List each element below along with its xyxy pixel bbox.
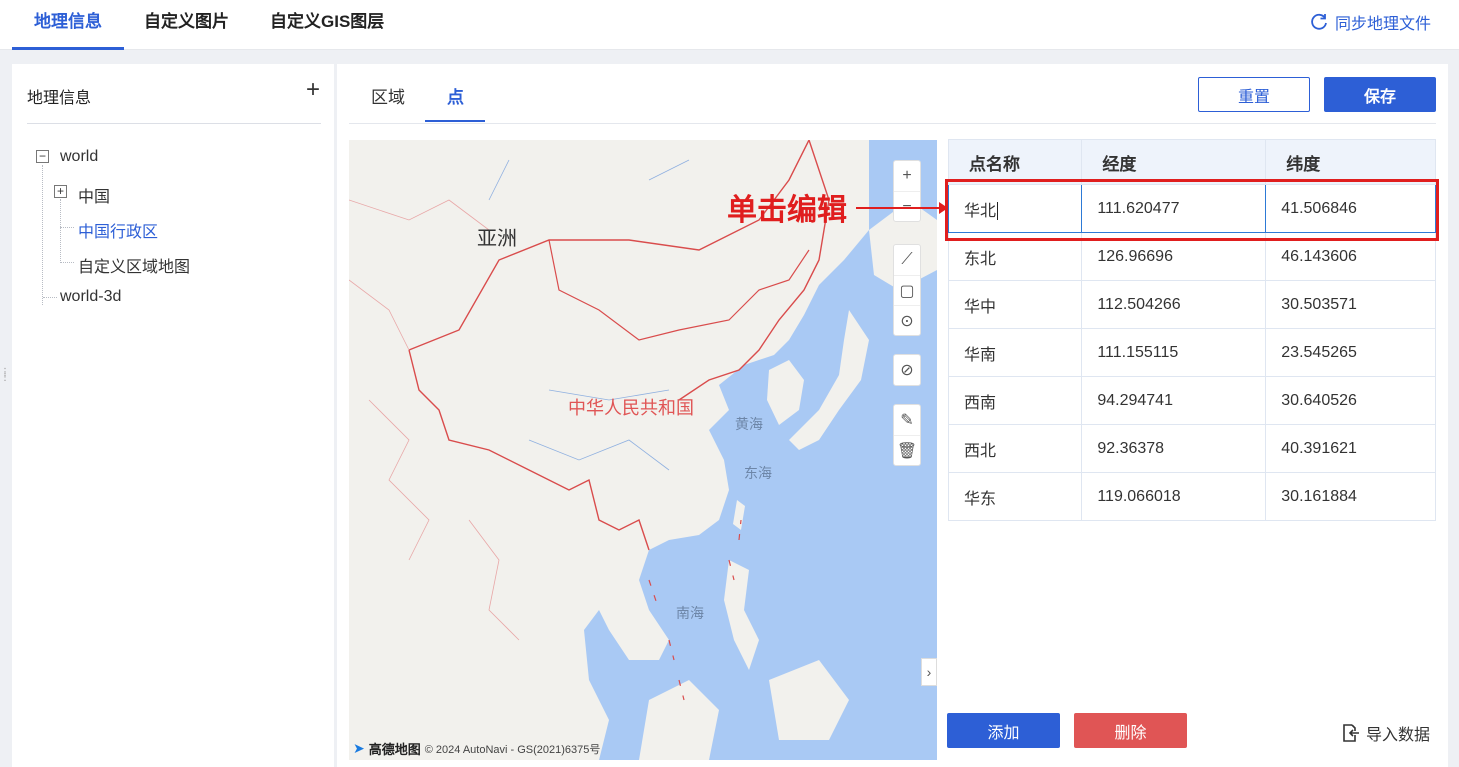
copyright-text: © 2024 AutoNavi - GS(2021)6375号 (424, 743, 601, 756)
cell-lat[interactable]: 23.545265 (1265, 328, 1436, 377)
add-icon[interactable]: + (306, 78, 320, 102)
overlap-icon[interactable]: ⊘ (894, 355, 920, 385)
sync-geo-file-button[interactable]: 同步地理文件 (1309, 10, 1431, 34)
import-file-icon (1340, 723, 1360, 743)
cell-lat[interactable]: 40.391621 (1265, 424, 1436, 473)
resize-handle-icon[interactable]: ⋮ ⋮ (0, 368, 10, 390)
navigation-icon: ➤ (353, 740, 365, 756)
cell-lat[interactable]: 30.640526 (1265, 376, 1436, 425)
divider (349, 123, 1436, 124)
map-label-asia: 亚洲 (477, 228, 517, 250)
cell-lng[interactable]: 112.504266 (1081, 280, 1267, 329)
refresh-icon (1309, 12, 1329, 32)
cell-lng[interactable]: 92.36378 (1081, 424, 1267, 473)
top-tab-bar: 地理信息 自定义图片 自定义GIS图层 同步地理文件 (0, 0, 1459, 50)
map-canvas (349, 140, 937, 760)
cell-name[interactable]: 华东 (947, 472, 1083, 521)
delete-button[interactable]: 删除 (1074, 713, 1187, 748)
table-row[interactable]: 华东 119.066018 30.161884 (947, 472, 1436, 521)
edit-icon[interactable]: ✎ (894, 405, 920, 435)
save-button[interactable]: 保存 (1324, 77, 1436, 112)
rectangle-icon[interactable]: ▢ (894, 275, 920, 305)
map-logo: 高德地图 (368, 742, 421, 757)
table-row[interactable]: 西南 94.294741 30.640526 (947, 376, 1436, 425)
import-label: 导入数据 (1366, 727, 1431, 744)
zoom-in-icon[interactable]: + (894, 161, 920, 191)
annotation-highlight-box (945, 179, 1439, 241)
draw-tools: ⟋ ▢ ⊙ (893, 244, 921, 336)
cell-name[interactable]: 华南 (947, 328, 1083, 377)
chevron-right-icon[interactable]: › (921, 658, 937, 686)
table-row[interactable]: 西北 92.36378 40.391621 (947, 424, 1436, 473)
map-label-yellow-sea: 黄海 (735, 416, 763, 432)
annotation-label: 单击编辑 (727, 194, 847, 227)
zoom-out-icon[interactable]: − (894, 191, 920, 221)
col-header-name: 点名称 (947, 139, 1083, 185)
cell-lat[interactable]: 30.503571 (1265, 280, 1436, 329)
col-header-lat: 纬度 (1265, 139, 1436, 185)
col-header-lng: 经度 (1081, 139, 1267, 185)
active-tab-indicator (425, 120, 485, 122)
tree-node-china-admin[interactable]: 中国行政区 (78, 218, 158, 242)
add-button[interactable]: 添加 (947, 713, 1060, 748)
table-row[interactable]: 华中 112.504266 30.503571 (947, 280, 1436, 329)
tab-geo-info[interactable]: 地理信息 (12, 0, 124, 50)
expand-icon[interactable]: + (54, 185, 67, 198)
map-label-china: 中华人民共和国 (568, 398, 694, 418)
cell-lng[interactable]: 94.294741 (1081, 376, 1267, 425)
geo-tree-panel: 地理信息 + − world + 中国 中国行政区 自定义区域地图 world-… (12, 64, 334, 767)
editor-panel: 区域 点 重置 保存 亚洲 中华人民共和国 黄海 东海 南海 + − ⟋ ▢ ⊙… (337, 64, 1448, 767)
zoom-controls: + − (893, 160, 921, 222)
circle-icon[interactable]: ⊙ (894, 305, 920, 335)
cell-lat[interactable]: 30.161884 (1265, 472, 1436, 521)
map-label-east-sea: 东海 (744, 465, 772, 481)
map-label-south-sea: 南海 (676, 605, 704, 621)
cell-name[interactable]: 西南 (947, 376, 1083, 425)
cell-lng[interactable]: 111.155115 (1081, 328, 1267, 377)
table-header-row: 点名称 经度 纬度 (947, 139, 1436, 185)
trash-icon[interactable]: 🗑 (894, 435, 920, 465)
tab-point[interactable]: 点 (447, 83, 464, 108)
tree-node-world-3d[interactable]: world-3d (60, 288, 121, 306)
tree-node-world[interactable]: world (60, 148, 98, 166)
overlay-tool: ⊘ (893, 354, 921, 386)
sync-label: 同步地理文件 (1334, 16, 1431, 33)
map-view[interactable]: 亚洲 中华人民共和国 黄海 东海 南海 + − ⟋ ▢ ⊙ ⊘ ✎ 🗑 › ➤ … (349, 140, 937, 760)
tree-node-china[interactable]: 中国 (78, 183, 110, 207)
tree-node-custom-region[interactable]: 自定义区域地图 (78, 253, 190, 277)
cell-lng[interactable]: 119.066018 (1081, 472, 1267, 521)
tab-custom-image[interactable]: 自定义图片 (144, 0, 229, 50)
reset-button[interactable]: 重置 (1198, 77, 1310, 112)
divider (27, 123, 321, 124)
collapse-icon[interactable]: − (36, 150, 49, 163)
import-data-button[interactable]: 导入数据 (1340, 721, 1430, 745)
map-attribution: ➤ 高德地图 © 2024 AutoNavi - GS(2021)6375号 (353, 739, 600, 758)
cell-name[interactable]: 华中 (947, 280, 1083, 329)
polyline-icon[interactable]: ⟋ (894, 245, 920, 275)
tab-custom-gis-layer[interactable]: 自定义GIS图层 (270, 0, 384, 50)
annotation-arrow-icon (856, 202, 948, 214)
edit-tools: ✎ 🗑 (893, 404, 921, 466)
table-row[interactable]: 华南 111.155115 23.545265 (947, 328, 1436, 377)
cell-name[interactable]: 西北 (947, 424, 1083, 473)
tab-region[interactable]: 区域 (371, 83, 405, 108)
panel-title: 地理信息 (27, 90, 92, 107)
